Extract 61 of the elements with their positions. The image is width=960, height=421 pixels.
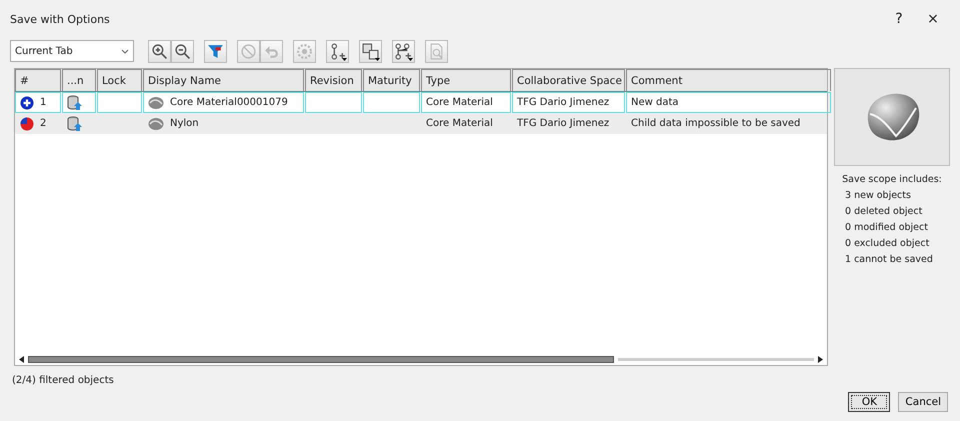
filter-status: (2/4) filtered objects (11, 374, 115, 386)
zoom-out-button[interactable] (171, 40, 194, 62)
help-button[interactable]: ? (882, 6, 916, 32)
row-number: 2 (40, 118, 46, 129)
database-upload-icon (67, 116, 83, 132)
row-number: 1 (40, 97, 46, 108)
dropdown-arrow-icon (342, 58, 347, 60)
copy-icon (362, 42, 379, 60)
dropdown-arrow-icon (408, 58, 413, 60)
window-title: Save with Options (10, 12, 111, 26)
cancel-button[interactable]: Cancel (898, 392, 948, 412)
zoom-in-button[interactable] (148, 40, 171, 62)
branch-add-icon (329, 42, 346, 60)
collaborative-space: TFG Dario Jimenez (517, 118, 610, 129)
filter-icon (207, 42, 224, 60)
scroll-right-icon[interactable] (818, 356, 823, 362)
summary-item: 3 new objects (845, 190, 912, 201)
comment: New data (631, 97, 679, 108)
filter-button[interactable] (204, 40, 227, 62)
scroll-left-icon[interactable] (19, 356, 24, 362)
column-header[interactable]: Display Name (143, 69, 304, 91)
column-header[interactable]: Type (421, 69, 511, 91)
display-name: Core Material00001079 (170, 97, 288, 108)
error-status-icon (20, 116, 34, 130)
column-header[interactable]: Collaborative Space (512, 69, 625, 91)
copy-button[interactable] (359, 40, 382, 62)
summary-heading: Save scope includes: (842, 174, 942, 185)
column-header[interactable]: Comment (626, 69, 831, 91)
table-row[interactable]: 2 Nylon Core Material TFG Dario Jimenez Child data impossible to be saved (15, 113, 827, 134)
part-icon (148, 96, 164, 110)
database-upload-icon (67, 94, 83, 110)
chevron-down-icon (121, 48, 129, 54)
summary-item: 0 deleted object (845, 206, 924, 217)
comment: Child data impossible to be saved (631, 118, 800, 129)
summary-item: 1 cannot be saved (845, 254, 934, 265)
column-header[interactable]: # (15, 69, 61, 91)
tree-add-icon (395, 42, 412, 60)
summary-item: 0 modified object (845, 222, 929, 233)
branch-button[interactable] (326, 40, 349, 62)
gear-icon (296, 42, 313, 60)
summary-item: 0 excluded object (845, 238, 930, 249)
display-name: Nylon (170, 118, 199, 129)
column-header[interactable]: Revision (305, 69, 362, 91)
preview-icon (428, 42, 445, 60)
dropdown-arrow-icon (375, 58, 380, 60)
ok-button[interactable]: OK (848, 392, 890, 412)
part-icon (148, 116, 164, 130)
scrollbar-thumb[interactable] (28, 356, 614, 362)
collaborative-space: TFG Dario Jimenez (517, 97, 610, 108)
type: Core Material (426, 118, 493, 129)
block-icon (240, 42, 257, 60)
column-header[interactable]: ...n (62, 69, 96, 91)
zoom-in-icon (151, 42, 168, 60)
scope-dropdown[interactable]: Current Tab (10, 40, 134, 62)
zoom-out-icon (174, 42, 191, 60)
close-button[interactable]: × (916, 6, 950, 32)
tree-button[interactable] (392, 40, 415, 62)
column-header[interactable]: Maturity (363, 69, 420, 91)
type: Core Material (426, 97, 493, 108)
column-header[interactable]: Lock (97, 69, 142, 91)
add-status-icon (20, 96, 34, 110)
